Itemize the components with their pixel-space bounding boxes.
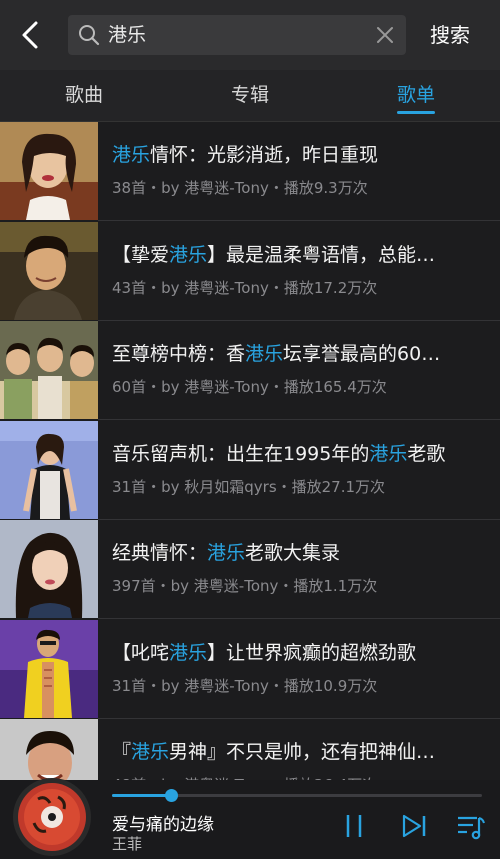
playlist-row[interactable]: 经典情怀：港乐老歌大集录 397首・by 港粤迷-Tony・播放1.1万次 bbox=[0, 520, 500, 619]
title-text: 【叱咤 bbox=[112, 641, 170, 664]
keyword-highlight: 港乐 bbox=[207, 542, 246, 564]
title-text: 音乐留声机：出生在1995年的 bbox=[112, 442, 370, 465]
tab-label: 歌曲 bbox=[64, 84, 103, 106]
playlist-meta: 43首・by 港粤迷-Tony・播放17.2万次 bbox=[112, 278, 378, 297]
playlist-meta: 397首・by 港粤迷-Tony・播放1.1万次 bbox=[112, 577, 378, 595]
playlist-row[interactable]: 音乐留声机：出生在1995年的港乐老歌 31首・by 秋月如霜qyrs・播放27.… bbox=[0, 420, 500, 520]
active-tab-indicator bbox=[397, 111, 435, 114]
playlist-title: 【挚爱港乐】最是温柔粤语情，总能… bbox=[112, 240, 484, 267]
playlist-meta: 31首・by 港粤迷-Tony・播放10.9万次 bbox=[112, 676, 378, 695]
keyword-highlight: 港乐 bbox=[169, 243, 208, 266]
cover-man-smiling bbox=[0, 719, 98, 780]
keyword-highlight: 港乐 bbox=[245, 343, 284, 365]
playlist-row[interactable]: 港乐情怀：光影消逝，昨日重现 38首・by 港粤迷-Tony・播放9.3万次 bbox=[0, 122, 500, 221]
playlist-row[interactable]: 至尊榜中榜：香港乐坛享誉最高的60… 60首・by 港粤迷-Tony・播放165.… bbox=[0, 321, 500, 420]
cover-man-yellow-jacket bbox=[0, 619, 98, 718]
back-arrow-icon[interactable] bbox=[14, 18, 48, 52]
title-text: 老歌 bbox=[407, 442, 446, 465]
next-icon[interactable] bbox=[398, 810, 430, 842]
playlist-title: 音乐留声机：出生在1995年的港乐老歌 bbox=[112, 439, 484, 466]
cover-portrait-woman bbox=[0, 122, 98, 220]
title-text: 情怀：光影消逝，昨日重现 bbox=[150, 144, 379, 166]
search-query-text[interactable]: 港乐 bbox=[108, 15, 146, 55]
playlist-title: 经典情怀：港乐老歌大集录 bbox=[112, 538, 484, 565]
progress-knob[interactable] bbox=[165, 789, 179, 802]
keyword-highlight: 港乐 bbox=[112, 144, 151, 166]
keyword-highlight: 港乐 bbox=[369, 442, 408, 465]
keyword-highlight: 港乐 bbox=[169, 641, 208, 664]
playlist-title: 至尊榜中榜：香港乐坛享誉最高的60… bbox=[112, 339, 484, 366]
title-text: 至尊榜中榜：香 bbox=[112, 343, 246, 365]
progress-bar[interactable] bbox=[112, 789, 482, 802]
keyword-highlight: 港乐 bbox=[131, 741, 170, 763]
title-text: 男神』不只是帅，还有把神仙… bbox=[169, 741, 436, 763]
title-text: 『 bbox=[112, 741, 132, 763]
tab-label: 歌单 bbox=[396, 84, 435, 106]
playlist-meta: 38首・by 港粤迷-Tony・播放9.3万次 bbox=[112, 179, 368, 197]
tab-songs[interactable]: 歌曲 bbox=[24, 70, 144, 122]
title-text: 】让世界疯癫的超燃劲歌 bbox=[207, 641, 417, 664]
album-disc-icon[interactable] bbox=[12, 777, 92, 857]
title-text: 坛享誉最高的60… bbox=[283, 343, 441, 365]
playlist-title: 【叱咤港乐】让世界疯癫的超燃劲歌 bbox=[112, 638, 484, 665]
search-icon bbox=[79, 25, 100, 46]
song-artist: 王菲 bbox=[112, 835, 143, 853]
playlist-meta: 31首・by 秋月如霜qyrs・播放27.1万次 bbox=[112, 477, 386, 496]
cover-woman-blue bbox=[0, 420, 98, 519]
clear-icon[interactable] bbox=[376, 26, 394, 44]
search-input[interactable]: 港乐 bbox=[68, 15, 406, 55]
song-title: 爱与痛的边缘 bbox=[112, 815, 214, 835]
result-tabs: 歌曲 专辑 歌单 bbox=[0, 70, 500, 122]
mini-player[interactable]: 爱与痛的边缘 王菲 bbox=[0, 777, 500, 859]
search-button[interactable]: 搜索 bbox=[430, 18, 470, 52]
playlist-row[interactable]: 【叱咤港乐】让世界疯癫的超燃劲歌 31首・by 港粤迷-Tony・播放10.9万次 bbox=[0, 619, 500, 719]
cover-woman-portrait-2 bbox=[0, 520, 98, 618]
playlist-row[interactable]: 【挚爱港乐】最是温柔粤语情，总能… 43首・by 港粤迷-Tony・播放17.2万… bbox=[0, 221, 500, 321]
cover-group-photo bbox=[0, 321, 98, 419]
playlist-meta: 60首・by 港粤迷-Tony・播放165.4万次 bbox=[112, 378, 387, 396]
top-bar: 港乐 搜索 bbox=[0, 0, 500, 70]
title-text: 【挚爱 bbox=[112, 243, 170, 266]
title-text: 】最是温柔粤语情，总能… bbox=[207, 243, 436, 266]
playlist-list: 港乐情怀：光影消逝，昨日重现 38首・by 港粤迷-Tony・播放9.3万次 【挚爱… bbox=[0, 122, 500, 780]
title-text: 老歌大集录 bbox=[245, 542, 341, 564]
tab-albums[interactable]: 专辑 bbox=[190, 70, 310, 122]
tab-playlists[interactable]: 歌单 bbox=[356, 70, 476, 122]
cover-portrait-man bbox=[0, 221, 98, 320]
playlist-title: 『港乐男神』不只是帅，还有把神仙… bbox=[112, 737, 484, 764]
pause-icon[interactable] bbox=[338, 810, 370, 842]
progress-fill bbox=[112, 794, 172, 797]
playlist-title: 港乐情怀：光影消逝，昨日重现 bbox=[112, 140, 484, 167]
tab-label: 专辑 bbox=[230, 84, 269, 106]
title-text: 经典情怀： bbox=[112, 542, 208, 564]
playlist-row[interactable]: 『港乐男神』不只是帅，还有把神仙…48首・by 港粤迷-Tony・播放36.4万… bbox=[0, 719, 500, 780]
playlist-icon[interactable] bbox=[455, 810, 487, 842]
